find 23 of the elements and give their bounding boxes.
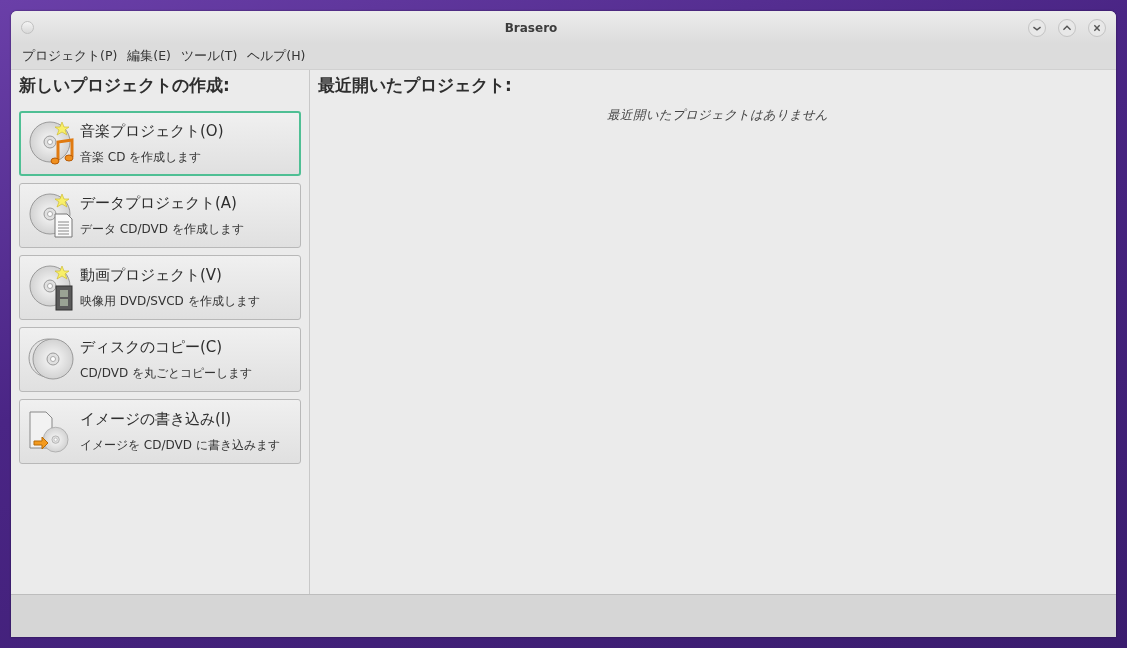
- minimize-button[interactable]: [1028, 18, 1046, 37]
- maximize-button[interactable]: [1058, 18, 1076, 37]
- close-icon: [1093, 24, 1101, 31]
- project-button[interactable]: 動画プロジェクト(V) 映像用 DVD/SVCD を作成します: [19, 255, 301, 320]
- menu-item[interactable]: プロジェクト(P): [17, 48, 123, 65]
- menu-item[interactable]: ツール(T): [175, 48, 243, 65]
- music-disc-icon: [28, 119, 74, 168]
- window-title: Brasero: [503, 20, 559, 35]
- project-button[interactable]: 音楽プロジェクト(O) 音楽 CD を作成します: [19, 111, 301, 176]
- project-button[interactable]: データプロジェクト(A) データ CD/DVD を作成します: [19, 183, 301, 248]
- document-disc-icon: [28, 191, 74, 240]
- close-button[interactable]: [1088, 18, 1106, 37]
- section-heading: 最近開いたプロジェクト:: [318, 74, 513, 97]
- project-button[interactable]: イメージの書き込み(I) イメージを CD/DVD に書き込みます: [19, 399, 301, 464]
- chevron-down-icon: [1032, 25, 1042, 31]
- window-menu-dot[interactable]: [21, 21, 34, 34]
- project-button[interactable]: ディスクのコピー(C) CD/DVD を丸ごとコピーします: [19, 327, 301, 392]
- menu-item[interactable]: ヘルプ(H): [242, 48, 311, 65]
- section-heading: 新しいプロジェクトの作成:: [19, 74, 231, 97]
- menu-item[interactable]: 編集(E): [122, 48, 176, 65]
- empty-message: 最近開いたプロジェクトはありません: [605, 107, 829, 124]
- chevron-up-icon: [1062, 24, 1072, 30]
- film-disc-icon: [28, 263, 74, 312]
